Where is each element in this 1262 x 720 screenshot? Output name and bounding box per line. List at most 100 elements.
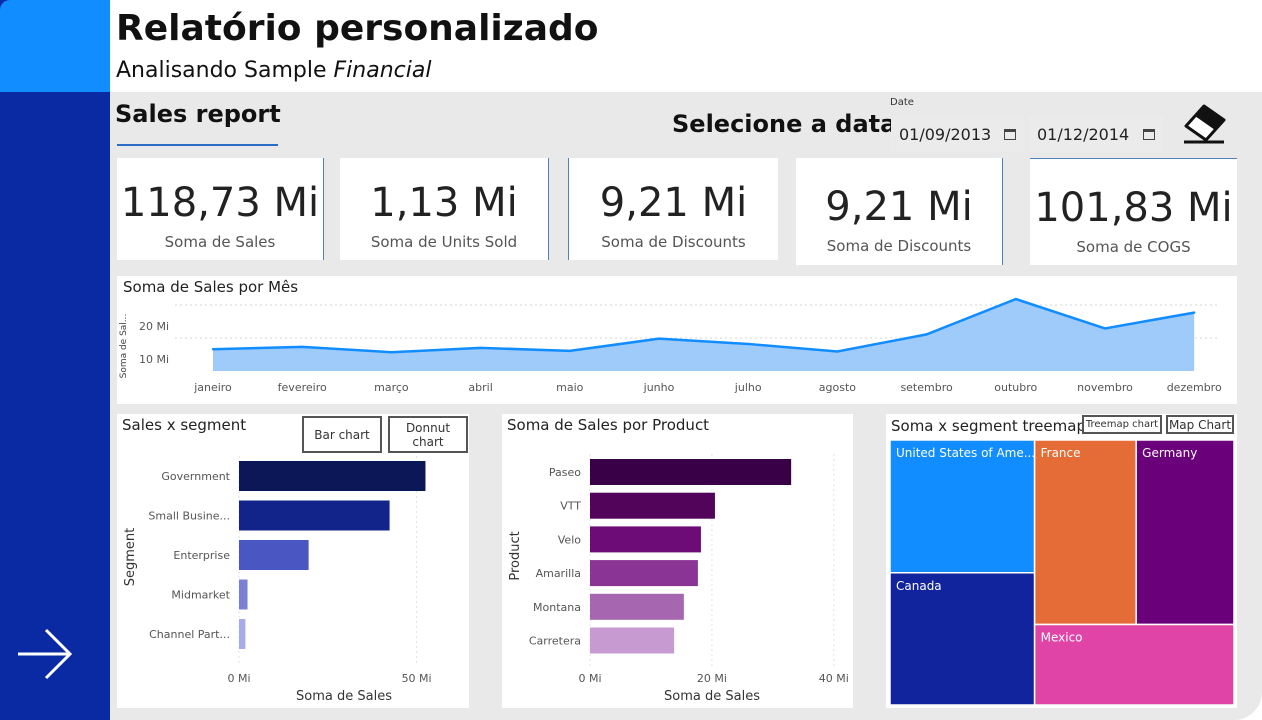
kpi-label: Soma de Discounts: [601, 233, 746, 251]
kpi-card-sales[interactable]: 118,73 Mi Soma de Sales: [117, 158, 324, 260]
kpi-label: Soma de Sales: [164, 233, 276, 251]
kpi-card-discounts[interactable]: 9,21 Mi Soma de Discounts: [568, 158, 778, 260]
date-start-value: 01/09/2013: [899, 125, 992, 144]
x-tick-label: agosto: [819, 381, 856, 394]
x-tick-label: 0 Mi: [578, 672, 601, 685]
subtitle-dataset: Financial: [333, 58, 432, 83]
page-subtitle: Analisando Sample Financial: [116, 58, 431, 83]
sales-by-product-panel[interactable]: Soma de Sales por Product 0 Mi 20 Mi 40 Mi…: [502, 414, 853, 708]
category-label: Government: [161, 470, 230, 483]
segment-treemap-panel[interactable]: Soma x segment treemap Treemap chart Map…: [886, 414, 1237, 708]
bar[interactable]: [590, 526, 701, 553]
sales-by-month-panel[interactable]: Soma de Sales por Mês Soma de Sal... 20 …: [117, 276, 1237, 404]
x-tick-label: 40 Mi: [819, 672, 849, 685]
data-point[interactable]: [925, 333, 928, 336]
line-chart: Soma de Sal... 20 Mi 10 Mi janeiro fevere…: [119, 297, 1222, 394]
category-label: Paseo: [549, 466, 581, 479]
x-tick-label: novembro: [1077, 381, 1133, 394]
category-label: Enterprise: [173, 549, 230, 562]
subtitle-text: Analisando Sample: [116, 58, 334, 83]
x-tick-label: janeiro: [193, 381, 232, 394]
data-point[interactable]: [211, 348, 215, 351]
sales-by-segment-panel[interactable]: Sales x segment Bar chart Donnut chart 0…: [117, 414, 469, 708]
eraser-icon[interactable]: [1180, 100, 1228, 144]
product-bar-chart: 0 Mi 20 Mi 40 Mi Paseo VTT Velo Amarilla Montan…: [508, 454, 849, 704]
y-axis-title: Product: [508, 531, 523, 580]
kpi-value: 101,83 Mi: [1034, 185, 1233, 231]
treemap-tile-label: United States of Ame...: [896, 446, 1035, 460]
kpi-label: Soma de Units Sold: [370, 233, 518, 251]
bar[interactable]: [590, 560, 698, 587]
kpi-value: 1,13 Mi: [370, 180, 518, 226]
data-point[interactable]: [301, 345, 304, 349]
kpi-card-units-sold[interactable]: 1,13 Mi Soma de Units Sold: [340, 158, 549, 260]
treemap-tile[interactable]: [1135, 439, 1235, 626]
tab-underline: [117, 144, 278, 146]
y-axis-title: Segment: [123, 528, 138, 587]
x-tick-label: fevereiro: [278, 381, 327, 394]
kpi-value: 118,73 Mi: [120, 180, 320, 226]
left-nav-bar: [0, 0, 110, 720]
kpi-label: Soma de Discounts: [826, 237, 972, 255]
category-label: Carretera: [529, 635, 581, 648]
data-point[interactable]: [568, 349, 571, 353]
data-point[interactable]: [1103, 327, 1107, 330]
x-tick-label: 0 Mi: [227, 672, 250, 685]
data-point[interactable]: [1193, 311, 1196, 314]
x-tick-label: março: [374, 381, 409, 394]
category-label: Small Busine...: [148, 510, 230, 523]
data-point[interactable]: [1014, 297, 1017, 301]
date-end-value: 01/12/2014: [1037, 125, 1130, 144]
bar[interactable]: [239, 500, 390, 531]
data-point[interactable]: [390, 350, 393, 354]
category-label: Midmarket: [171, 589, 230, 602]
x-tick-label: julho: [734, 381, 762, 394]
x-tick-label: 20 Mi: [697, 672, 727, 685]
category-label: Montana: [533, 601, 581, 614]
y-tick-label: 10 Mi: [139, 353, 169, 366]
tab-sales-report[interactable]: Sales report: [115, 100, 281, 128]
bar[interactable]: [590, 627, 675, 654]
x-tick-label: abril: [468, 381, 492, 394]
bar[interactable]: [239, 461, 426, 491]
calendar-icon[interactable]: [1143, 129, 1155, 140]
x-tick-label: setembro: [900, 381, 953, 394]
bar[interactable]: [590, 459, 792, 485]
kpi-value: 9,21 Mi: [599, 180, 748, 226]
treemap-tile[interactable]: [1033, 439, 1137, 626]
x-axis-title: Soma de Sales: [664, 689, 760, 704]
treemap-tile-label: France: [1041, 446, 1081, 460]
x-tick-label: maio: [556, 381, 584, 394]
treemap-tile-label: Canada: [896, 579, 942, 593]
kpi-card-cogs[interactable]: 101,83 Mi Soma de COGS: [1030, 158, 1237, 265]
y-tick-label: 20 Mi: [139, 320, 169, 333]
bar[interactable]: [590, 593, 684, 620]
category-label: VTT: [560, 500, 581, 513]
category-label: Channel Part...: [149, 628, 230, 641]
calendar-icon[interactable]: [1004, 129, 1016, 140]
category-label: Amarilla: [536, 567, 581, 580]
x-tick-label: junho: [643, 381, 675, 394]
page-title: Relatório personalizado: [116, 8, 599, 49]
bar[interactable]: [239, 579, 248, 610]
bar[interactable]: [239, 619, 246, 649]
date-slicer-caption: Date: [890, 97, 914, 108]
category-label: Velo: [558, 533, 581, 546]
kpi-label: Soma de COGS: [1076, 238, 1191, 256]
data-point[interactable]: [479, 346, 482, 350]
date-start-input[interactable]: 01/09/2013: [891, 117, 1024, 152]
bar[interactable]: [590, 492, 715, 519]
data-point[interactable]: [657, 337, 661, 340]
x-tick-label: dezembro: [1167, 381, 1222, 394]
arrow-right-icon[interactable]: [16, 626, 74, 682]
data-point[interactable]: [747, 342, 750, 346]
select-date-label: Selecione a data: [672, 110, 897, 138]
y-axis-title: Soma de Sal...: [119, 314, 129, 379]
x-axis-title: Soma de Sales: [296, 689, 392, 704]
kpi-value: 9,21 Mi: [825, 184, 973, 230]
date-end-input[interactable]: 01/12/2014: [1029, 117, 1163, 152]
treemap-tile-label: Mexico: [1041, 630, 1083, 644]
kpi-card-discounts-2[interactable]: 9,21 Mi Soma de Discounts: [796, 158, 1003, 265]
bar[interactable]: [239, 540, 309, 570]
data-point[interactable]: [836, 350, 839, 353]
